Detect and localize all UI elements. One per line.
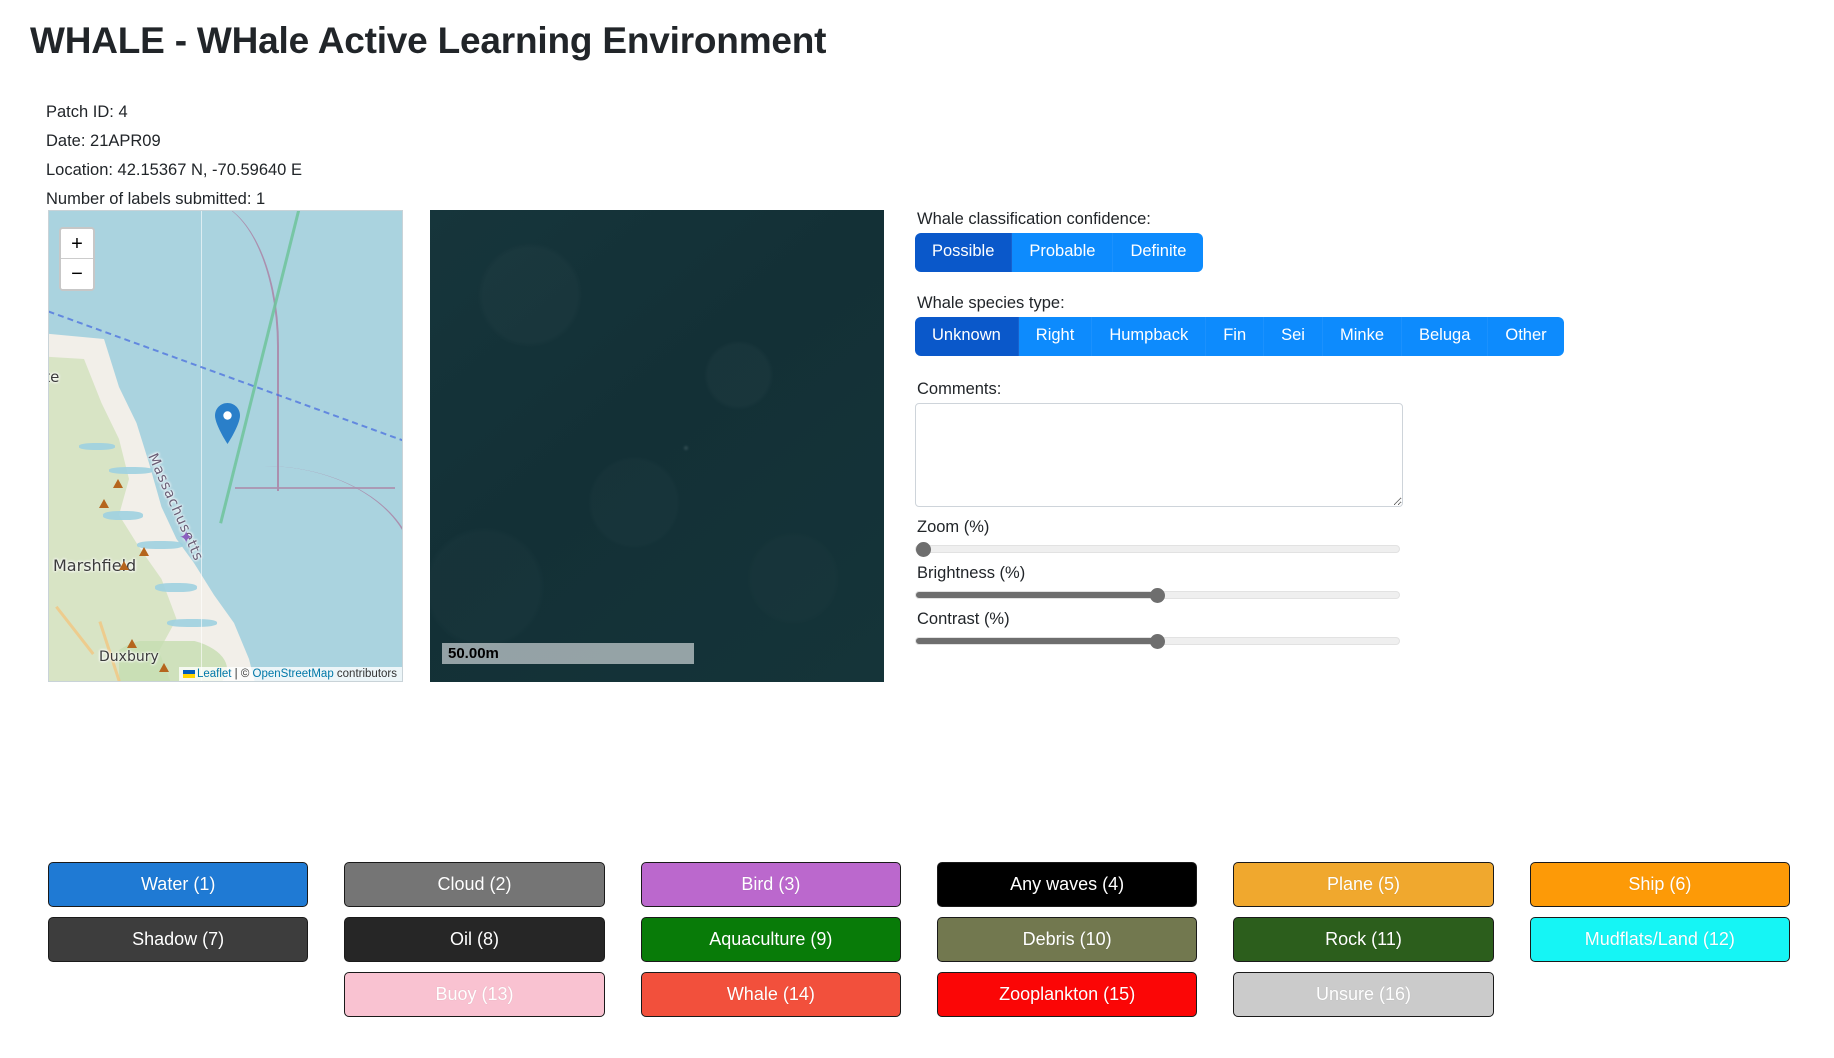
image-adjust-sliders: Zoom (%) Brightness (%) Contrast (%)	[915, 518, 1785, 645]
label-button-debris-10[interactable]: Debris (10)	[937, 917, 1198, 962]
map-inlet	[109, 467, 153, 474]
species-label: Whale species type:	[917, 293, 1065, 312]
label-button-ship-6[interactable]: Ship (6)	[1529, 862, 1790, 907]
label-button-any-waves-4[interactable]: Any waves (4)	[937, 862, 1198, 907]
map-inlet	[79, 443, 115, 450]
confidence-option-definite[interactable]: Definite	[1113, 233, 1204, 272]
map-location-pin[interactable]	[215, 403, 240, 444]
contrast-slider[interactable]	[915, 636, 1400, 645]
meta-date: Date: 21APR09	[46, 132, 161, 150]
slider-block: Contrast (%)	[915, 610, 1785, 645]
species-option-right[interactable]: Right	[1018, 316, 1093, 356]
label-column: Cloud (2) Oil (8) Buoy (13)	[344, 862, 605, 1017]
map-zoom-in-button[interactable]: +	[61, 229, 93, 259]
ukraine-flag-icon	[182, 670, 195, 678]
species-option-minke[interactable]: Minke	[1322, 316, 1402, 356]
confidence-option-probable[interactable]: Probable	[1012, 233, 1114, 272]
map-poi-icon	[139, 547, 149, 556]
label-button-water-1[interactable]: Water (1)	[48, 862, 309, 907]
leaflet-link[interactable]: Leaflet	[197, 668, 232, 680]
map-attribution: Leaflet | © OpenStreetMap contributors	[178, 667, 402, 681]
species-option-humpback[interactable]: Humpback	[1092, 316, 1207, 356]
label-column: Bird (3) Aquaculture (9) Whale (14)	[640, 862, 901, 1017]
brightness-slider[interactable]	[915, 590, 1400, 599]
patch-imagery	[430, 210, 884, 682]
meta-patch-id: Patch ID: 4	[46, 103, 128, 121]
confidence-button-group[interactable]: Possible Probable Definite	[915, 233, 1204, 272]
species-option-sei[interactable]: Sei	[1264, 316, 1323, 356]
label-column: Any waves (4) Debris (10) Zooplankton (15)	[937, 862, 1198, 1017]
zoom-slider[interactable]	[915, 544, 1400, 553]
label-button-mudflats-land-12[interactable]: Mudflats/Land (12)	[1529, 917, 1790, 962]
slider-block: Brightness (%)	[915, 564, 1785, 599]
map-boundary-south	[199, 466, 402, 676]
slider-label: Contrast (%)	[917, 609, 1010, 628]
map-zoom-out-button[interactable]: −	[61, 259, 93, 289]
map-poi-icon	[99, 499, 109, 508]
map-poi-icon	[113, 479, 123, 488]
label-button-unsure-16[interactable]: Unsure (16)	[1233, 972, 1494, 1017]
label-button-aquaculture-9[interactable]: Aquaculture (9)	[640, 917, 901, 962]
page-title: WHALE - WHale Active Learning Environmen…	[30, 20, 827, 61]
meta-location: Location: 42.15367 N, -70.59640 E	[46, 161, 302, 179]
species-option-other[interactable]: Other	[1488, 316, 1564, 356]
map-boundary-line	[235, 487, 395, 489]
label-column: Ship (6) Mudflats/Land (12)	[1529, 862, 1790, 1017]
label-button-rock-11[interactable]: Rock (11)	[1233, 917, 1494, 962]
leaflet-map[interactable]: ate Massachusetts Marshfield Duxbury ✦ +…	[48, 210, 403, 682]
confidence-option-possible[interactable]: Possible	[915, 233, 1013, 272]
main-content-area: ate Massachusetts Marshfield Duxbury ✦ +…	[0, 200, 1834, 700]
scale-bar-label: 50.00m	[448, 645, 499, 662]
label-button-shadow-7[interactable]: Shadow (7)	[48, 917, 309, 962]
annotation-controls: Whale classification confidence: Possibl…	[915, 210, 1785, 645]
label-column: Water (1) Shadow (7)	[48, 862, 309, 1017]
scale-bar: 50.00m	[442, 643, 694, 664]
species-option-beluga[interactable]: Beluga	[1402, 316, 1489, 356]
map-poi-icon	[119, 561, 129, 570]
map-label-scituate: ate	[49, 368, 60, 386]
map-inlet	[103, 511, 143, 520]
slider-label: Zoom (%)	[917, 517, 990, 536]
attrib-contributors: contributors	[333, 668, 397, 680]
map-airport-icon: ✦	[179, 528, 194, 547]
label-button-grid: Water (1) Shadow (7) Cloud (2) Oil (8) Buoy …	[48, 862, 1790, 1017]
openstreetmap-link[interactable]: OpenStreetMap	[253, 668, 334, 680]
label-button-plane-5[interactable]: Plane (5)	[1233, 862, 1494, 907]
label-button-cloud-2[interactable]: Cloud (2)	[344, 862, 605, 907]
confidence-label: Whale classification confidence:	[917, 210, 1151, 228]
map-boundary-north	[157, 211, 279, 491]
patch-metadata: Patch ID: 4 Date: 21APR09 Location: 42.1…	[46, 98, 1834, 214]
map-label-duxbury: Duxbury	[99, 649, 159, 665]
slider-block: Zoom (%)	[915, 518, 1785, 553]
map-tiles: ate Massachusetts Marshfield Duxbury ✦	[49, 211, 402, 681]
slider-label: Brightness (%)	[917, 563, 1026, 582]
attrib-separator: | ©	[231, 668, 253, 680]
label-column: Plane (5) Rock (11) Unsure (16)	[1233, 862, 1494, 1017]
map-zoom-controls[interactable]: + −	[59, 227, 95, 291]
label-button-zooplankton-15[interactable]: Zooplankton (15)	[937, 972, 1198, 1017]
map-inlet	[155, 583, 197, 592]
label-button-bird-3[interactable]: Bird (3)	[640, 862, 901, 907]
species-option-unknown[interactable]: Unknown	[915, 316, 1019, 356]
map-poi-icon	[127, 639, 137, 648]
comments-label: Comments:	[917, 379, 1002, 398]
satellite-image-patch[interactable]: 50.00m	[430, 210, 884, 682]
comments-input[interactable]	[915, 402, 1403, 507]
label-button-buoy-13[interactable]: Buoy (13)	[344, 972, 605, 1017]
species-button-group[interactable]: Unknown Right Humpback Fin Sei Minke Beluga Oth…	[915, 316, 1564, 356]
label-button-whale-14[interactable]: Whale (14)	[640, 972, 901, 1017]
map-poi-icon	[159, 663, 169, 672]
label-button-oil-8[interactable]: Oil (8)	[344, 917, 605, 962]
species-option-fin[interactable]: Fin	[1206, 316, 1265, 356]
